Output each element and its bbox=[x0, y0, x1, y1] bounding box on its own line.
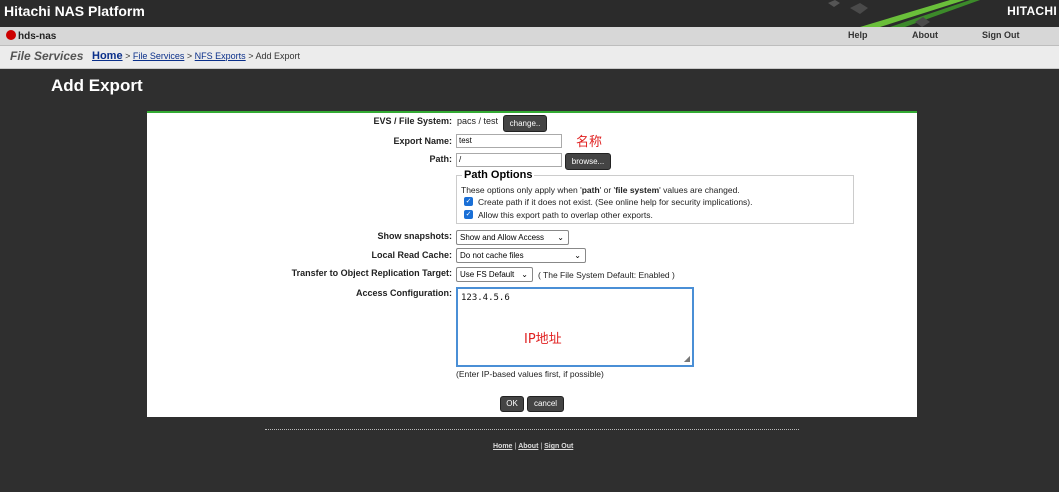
access-config-annotation: IP地址 bbox=[524, 332, 562, 347]
access-config-value: 123.4.5.6 bbox=[461, 293, 510, 303]
chevron-down-icon: ⌄ bbox=[574, 251, 581, 260]
evs-value: pacs / test bbox=[457, 116, 499, 126]
sign-out-link[interactable]: Sign Out bbox=[982, 30, 1020, 40]
path-label: Path: bbox=[429, 154, 453, 164]
evs-label: EVS / File System: bbox=[373, 116, 452, 126]
path-options-note: These options only apply when 'path' or … bbox=[461, 185, 740, 195]
replication-select[interactable]: Use FS Default ⌄ bbox=[456, 267, 533, 282]
export-name-annotation: 名称 bbox=[576, 135, 603, 150]
snapshots-label: Show snapshots: bbox=[377, 231, 452, 241]
access-config-label: Access Configuration: bbox=[355, 288, 452, 298]
replication-note: ( The File System Default: Enabled ) bbox=[538, 270, 675, 280]
path-options-legend: Path Options bbox=[462, 169, 535, 181]
snapshots-select[interactable]: Show and Allow Access ⌄ bbox=[456, 230, 569, 245]
server-name: hds-nas bbox=[18, 31, 57, 42]
breadcrumb-current: Add Export bbox=[255, 51, 301, 61]
create-path-label: Create path if it does not exist. (See o… bbox=[478, 197, 753, 207]
page-title: Add Export bbox=[51, 76, 143, 95]
hitachi-logo: HITACHI bbox=[1007, 4, 1057, 18]
ok-button[interactable]: OK bbox=[500, 396, 524, 412]
access-config-textarea[interactable]: 123.4.5.6 ◢ bbox=[456, 287, 694, 367]
footer-divider bbox=[265, 429, 799, 430]
footer-separator: | bbox=[540, 443, 543, 450]
allow-overlap-label: Allow this export path to overlap other … bbox=[478, 210, 653, 220]
breadcrumb-separator: > bbox=[186, 51, 193, 61]
breadcrumb-home[interactable]: Home bbox=[92, 50, 123, 62]
read-cache-label: Local Read Cache: bbox=[371, 250, 452, 260]
replication-label: Transfer to Object Replication Target: bbox=[291, 268, 452, 278]
help-link[interactable]: Help bbox=[848, 30, 868, 40]
allow-overlap-checkbox[interactable]: ✓ bbox=[464, 210, 473, 219]
app-title: Hitachi NAS Platform bbox=[4, 3, 145, 19]
access-config-hint: (Enter IP-based values first, if possibl… bbox=[456, 369, 604, 379]
read-cache-value: Do not cache files bbox=[460, 251, 524, 260]
chevron-down-icon: ⌄ bbox=[557, 233, 564, 242]
footer-about-link[interactable]: About bbox=[518, 443, 538, 450]
breadcrumb-bar: File Services Home > File Services > NFS… bbox=[0, 46, 1059, 69]
replication-value: Use FS Default bbox=[460, 270, 515, 279]
about-link[interactable]: About bbox=[912, 30, 938, 40]
nav-bar: hds-nas Help About Sign Out bbox=[0, 27, 1059, 46]
footer-home-link[interactable]: Home bbox=[493, 443, 512, 450]
chevron-down-icon: ⌄ bbox=[521, 270, 528, 279]
add-export-form: EVS / File System: pacs / test change.. … bbox=[147, 111, 917, 417]
snapshots-value: Show and Allow Access bbox=[460, 233, 545, 242]
breadcrumb: Home > File Services > NFS Exports > Add… bbox=[92, 50, 300, 62]
breadcrumb-file-services[interactable]: File Services bbox=[133, 51, 185, 61]
footer-separator: | bbox=[514, 443, 517, 450]
top-banner: Hitachi NAS Platform HITACHI bbox=[0, 0, 1059, 27]
browse-button[interactable]: browse... bbox=[565, 153, 611, 170]
cancel-button[interactable]: cancel bbox=[527, 396, 564, 412]
breadcrumb-separator: > bbox=[248, 51, 254, 61]
path-input[interactable]: / bbox=[456, 153, 562, 167]
change-button[interactable]: change.. bbox=[503, 115, 547, 132]
footer-sign-out-link[interactable]: Sign Out bbox=[544, 443, 573, 450]
export-name-label: Export Name: bbox=[393, 136, 452, 146]
server-indicator[interactable]: hds-nas bbox=[6, 30, 56, 42]
server-status-icon bbox=[6, 30, 16, 40]
resize-grip-icon[interactable]: ◢ bbox=[684, 354, 690, 363]
banner-graphic-icon bbox=[828, 0, 980, 27]
read-cache-select[interactable]: Do not cache files ⌄ bbox=[456, 248, 586, 263]
create-path-checkbox[interactable]: ✓ bbox=[464, 197, 473, 206]
breadcrumb-nfs-exports[interactable]: NFS Exports bbox=[195, 51, 246, 61]
section-title: File Services bbox=[10, 49, 84, 63]
export-name-input[interactable]: test bbox=[456, 134, 562, 148]
breadcrumb-separator: > bbox=[125, 51, 131, 61]
footer-links: Home | About | Sign Out bbox=[493, 443, 573, 450]
